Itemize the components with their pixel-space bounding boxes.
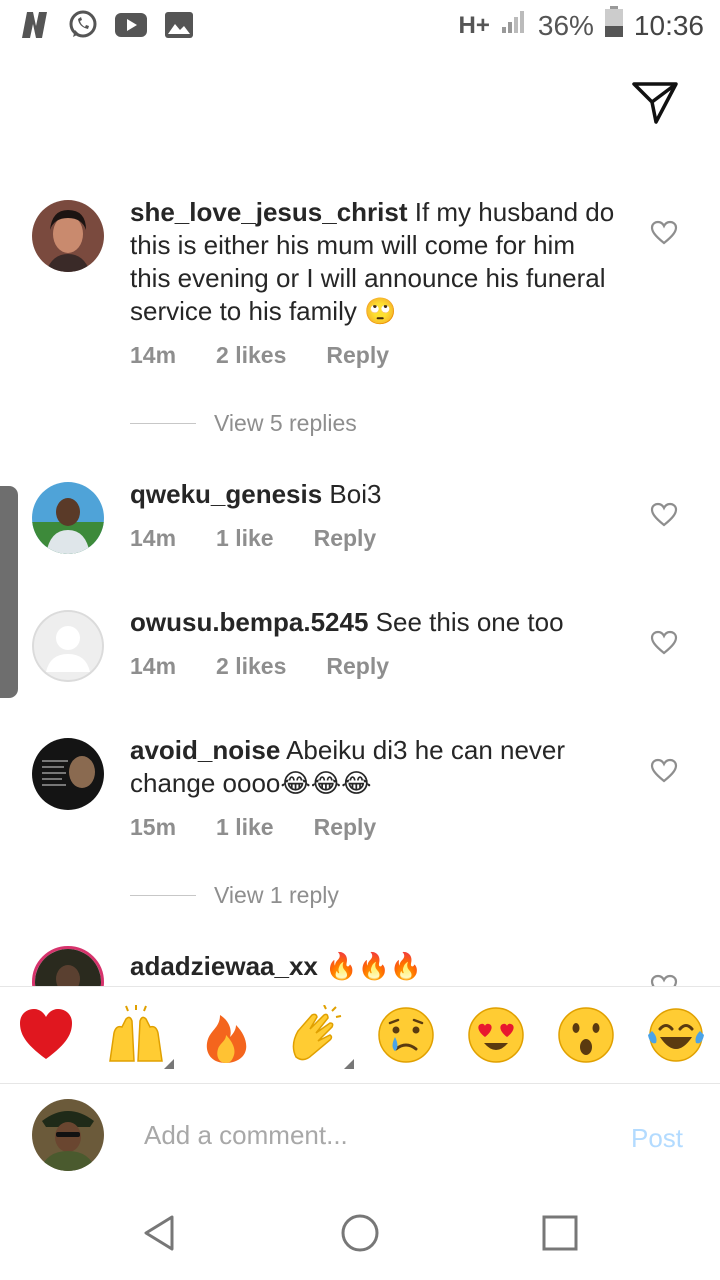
heart-icon[interactable]: [650, 502, 678, 528]
comment-username[interactable]: avoid_noise: [130, 735, 280, 765]
reply-button[interactable]: Reply: [314, 525, 377, 552]
heart-icon[interactable]: [650, 220, 678, 246]
comment-time: 14m: [130, 342, 177, 368]
comment-text: adadziewaa_xx 🔥🔥🔥: [130, 950, 620, 983]
comment-likes[interactable]: 2 likes: [216, 653, 286, 680]
clock: 10:36: [633, 9, 704, 41]
avatar[interactable]: [32, 200, 104, 272]
heart-icon[interactable]: [650, 630, 678, 656]
avatar[interactable]: [32, 738, 104, 810]
view-replies-label: View 5 replies: [214, 410, 357, 436]
heart-icon[interactable]: [650, 758, 678, 784]
status-bar: H+ 36% 10:36: [0, 0, 720, 52]
raising-hands-icon[interactable]: [106, 1005, 174, 1069]
divider: [130, 423, 196, 424]
clapping-hands-icon[interactable]: [286, 1004, 354, 1069]
comment-time: 15m: [130, 814, 177, 840]
red-heart-icon[interactable]: [16, 1005, 76, 1065]
gallery-icon: [162, 8, 196, 42]
comment-body: See this one too: [368, 607, 564, 637]
recents-icon[interactable]: [538, 1211, 582, 1255]
view-replies-link[interactable]: View 1 reply: [130, 882, 339, 909]
reply-button[interactable]: Reply: [326, 342, 389, 369]
comment-text: avoid_noise Abeiku di3 he can never chan…: [130, 734, 620, 800]
fire-icon[interactable]: [196, 1005, 256, 1065]
home-icon[interactable]: [338, 1211, 382, 1255]
heart-icon[interactable]: [650, 974, 678, 986]
comment-likes[interactable]: 1 like: [216, 814, 274, 841]
comment-likes[interactable]: 1 like: [216, 525, 274, 552]
comment-composer: Post: [0, 1085, 720, 1185]
variant-indicator: [164, 1059, 174, 1069]
netflix-icon: [18, 8, 52, 42]
surprised-face-icon[interactable]: [556, 1005, 616, 1065]
reply-button[interactable]: Reply: [314, 814, 377, 841]
comment-text: owusu.bempa.5245 See this one too: [130, 606, 620, 639]
navigation-bar: [0, 1185, 720, 1280]
comment-time: 14m: [130, 653, 177, 679]
crying-face-icon[interactable]: [376, 1005, 436, 1065]
tears-of-joy-icon[interactable]: [646, 1005, 706, 1065]
comment-time: 14m: [130, 525, 177, 551]
variant-indicator: [344, 1059, 354, 1069]
comment-item: adadziewaa_xx 🔥🔥🔥: [0, 946, 720, 986]
send-icon[interactable]: [630, 80, 682, 126]
view-replies-link[interactable]: View 5 replies: [130, 410, 357, 437]
comment-text: qweku_genesis Boi3: [130, 478, 620, 511]
comment-body: Boi3: [322, 479, 382, 509]
avatar[interactable]: [32, 946, 104, 986]
comment-username[interactable]: owusu.bempa.5245: [130, 607, 368, 637]
avatar[interactable]: [32, 610, 104, 682]
signal-icon: [500, 9, 528, 42]
battery-percent: 36%: [537, 9, 594, 41]
whatsapp-icon: [66, 8, 100, 42]
reply-button[interactable]: Reply: [326, 653, 389, 680]
comment-username[interactable]: she_love_jesus_christ: [130, 197, 408, 227]
scroll-handle[interactable]: [0, 486, 18, 698]
comment-body: 🔥🔥🔥: [317, 951, 423, 981]
comment-username[interactable]: qweku_genesis: [130, 479, 322, 509]
comment-username[interactable]: adadziewaa_xx: [130, 951, 318, 981]
youtube-icon: [114, 8, 148, 42]
comment-likes[interactable]: 2 likes: [216, 342, 286, 369]
comment-text: she_love_jesus_christ If my husband do t…: [130, 196, 620, 328]
battery-icon: [604, 6, 624, 45]
view-replies-label: View 1 reply: [214, 882, 339, 908]
heart-eyes-icon[interactable]: [466, 1005, 526, 1065]
post-button[interactable]: Post: [631, 1123, 683, 1154]
network-type: H+: [458, 11, 490, 39]
comment-input[interactable]: [144, 1115, 584, 1155]
divider: [130, 895, 196, 896]
back-icon[interactable]: [138, 1211, 182, 1255]
avatar[interactable]: [32, 482, 104, 554]
emoji-quick-bar: [0, 986, 720, 1084]
avatar[interactable]: [32, 1099, 104, 1171]
